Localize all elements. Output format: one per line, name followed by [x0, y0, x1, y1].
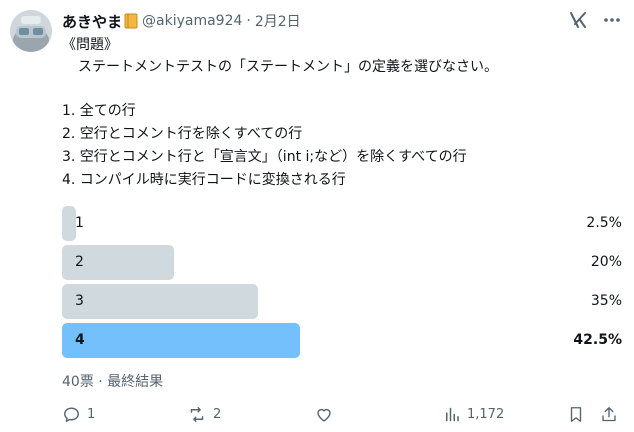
user-handle[interactable]: @akiyama924	[142, 13, 242, 29]
post-header: あきやま @akiyama924 · 2月2日	[62, 10, 301, 32]
poll-choice-2: 2 20%	[62, 245, 622, 280]
option-line: 4. コンパイル時に実行コードに変換される行	[62, 172, 346, 188]
meta-separator: ·	[246, 13, 251, 29]
action-bar: 1 2 1,172	[62, 405, 622, 427]
poll-label: 1	[75, 215, 84, 231]
views-button[interactable]: 1,172	[443, 405, 504, 424]
poll-choice-3: 3 35%	[62, 284, 622, 319]
poll-bar	[62, 284, 258, 319]
like-icon	[314, 405, 334, 424]
poll-percent: 20%	[590, 254, 622, 270]
bookmark-button[interactable]	[567, 405, 585, 424]
poll-bar	[62, 206, 76, 241]
notebook-emoji-icon	[124, 13, 138, 29]
poll-label: 2	[75, 254, 84, 270]
poll-choice-1: 1 2.5%	[62, 206, 622, 241]
share-button[interactable]	[600, 405, 618, 424]
share-icon	[600, 405, 618, 424]
repost-icon	[187, 405, 207, 424]
repost-button[interactable]: 2	[187, 405, 221, 424]
poll-percent: 35%	[590, 293, 622, 309]
poll-footer: 40票 · 最終結果	[62, 374, 164, 390]
more-icon[interactable]	[602, 10, 622, 30]
poll-bar-winner	[62, 323, 300, 358]
option-list: 1. 全ての行 2. 空行とコメント行を除くすべての行 3. 空行とコメント行と…	[62, 100, 622, 192]
repost-count: 2	[213, 407, 222, 422]
question-title: 《問題》	[62, 37, 118, 53]
reply-button[interactable]: 1	[62, 405, 95, 424]
poll-label: 4	[75, 332, 85, 348]
views-count: 1,172	[467, 407, 505, 422]
reply-count: 1	[87, 407, 96, 422]
post-date[interactable]: 2月2日	[255, 11, 301, 31]
option-line: 1. 全ての行	[62, 103, 136, 119]
like-button[interactable]	[314, 405, 334, 424]
avatar[interactable]	[10, 10, 52, 52]
display-name[interactable]: あきやま	[62, 11, 122, 32]
poll-label: 3	[75, 293, 84, 309]
option-line: 3. 空行とコメント行と「宣言文」（int i;など）を除くすべての行	[62, 149, 467, 165]
views-icon	[443, 405, 461, 424]
poll: 1 2.5% 2 20% 3 35% 4 42.5%	[62, 206, 622, 362]
post-text: 《問題》 ステートメントテストの「ステートメント」の定義を選びなさい。 1. 全…	[62, 35, 622, 192]
poll-percent: 42.5%	[573, 332, 622, 348]
reply-icon	[62, 405, 81, 424]
poll-choice-4: 4 42.5%	[62, 323, 622, 358]
bookmark-icon	[567, 405, 585, 424]
avatar-image	[10, 10, 52, 52]
top-actions	[568, 10, 622, 30]
question-text: ステートメントテストの「ステートメント」の定義を選びなさい。	[78, 59, 498, 75]
grok-icon[interactable]	[568, 10, 588, 30]
option-line: 2. 空行とコメント行を除くすべての行	[62, 126, 303, 142]
poll-percent: 2.5%	[586, 215, 622, 231]
